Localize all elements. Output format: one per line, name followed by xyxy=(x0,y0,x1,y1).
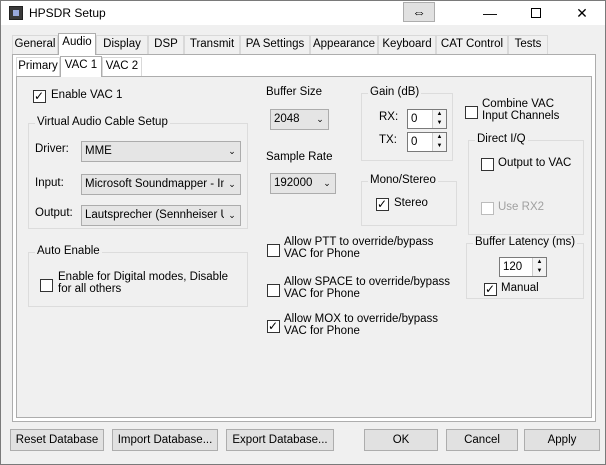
space-override-line2: VAC for Phone xyxy=(284,288,360,300)
buffer-latency-value: 120 xyxy=(503,261,523,273)
export-database-button[interactable]: Export Database... xyxy=(226,429,334,451)
stereo-label: Stereo xyxy=(394,197,428,209)
input-label: Input: xyxy=(35,177,64,189)
buffer-latency-spinner[interactable]: 120 ▲ ▼ xyxy=(499,257,547,277)
use-rx2-checkbox[interactable] xyxy=(481,202,494,215)
tab-general[interactable]: General xyxy=(12,35,58,54)
tx-gain-label: TX: xyxy=(379,134,397,146)
driver-value: MME xyxy=(85,145,112,157)
ptt-override-line2: VAC for Phone xyxy=(284,248,360,260)
sample-rate-title: Sample Rate xyxy=(266,151,333,163)
apply-button[interactable]: Apply xyxy=(524,429,600,451)
spin-up-icon[interactable]: ▲ xyxy=(533,258,546,267)
spinner-buttons[interactable]: ▲ ▼ xyxy=(432,133,446,151)
chevron-down-icon: ⌄ xyxy=(224,206,240,225)
reset-database-button[interactable]: Reset Database xyxy=(10,429,104,451)
tab-audio[interactable]: Audio xyxy=(58,33,96,55)
driver-label: Driver: xyxy=(35,143,69,155)
chevron-down-icon: ⌄ xyxy=(224,175,240,194)
tab-tests[interactable]: Tests xyxy=(508,35,548,54)
tab-transmit[interactable]: Transmit xyxy=(184,35,240,54)
maximize-icon xyxy=(531,7,541,18)
close-button[interactable]: ✕ xyxy=(559,1,605,25)
mono-stereo-title: Mono/Stereo xyxy=(368,174,438,186)
direct-iq-group: Direct I/Q xyxy=(468,133,584,235)
vac-setup-title: Virtual Audio Cable Setup xyxy=(35,116,170,128)
chevron-down-icon: ⌄ xyxy=(319,174,335,193)
mox-override-checkbox[interactable] xyxy=(267,318,280,334)
spin-up-icon[interactable]: ▲ xyxy=(433,133,446,142)
subtab-vac2[interactable]: VAC 2 xyxy=(102,57,142,76)
buffer-latency-title: Buffer Latency (ms) xyxy=(473,236,578,248)
combine-vac-checkbox[interactable] xyxy=(465,106,478,119)
manual-label: Manual xyxy=(501,282,539,294)
spinner-buttons[interactable]: ▲ ▼ xyxy=(532,258,546,276)
buffer-size-title: Buffer Size xyxy=(266,86,323,98)
enable-vac-checkbox[interactable] xyxy=(33,88,46,104)
spin-down-icon[interactable]: ▼ xyxy=(433,142,446,151)
direct-iq-title: Direct I/Q xyxy=(475,133,528,145)
tab-dsp[interactable]: DSP xyxy=(148,35,184,54)
spin-down-icon[interactable]: ▼ xyxy=(533,267,546,276)
spin-up-icon[interactable]: ▲ xyxy=(433,110,446,119)
swap-arrows-icon[interactable]: ⇔ xyxy=(403,2,435,22)
auto-enable-title: Auto Enable xyxy=(35,245,102,257)
enable-vac-label: Enable VAC 1 xyxy=(51,89,123,101)
tab-pa-settings[interactable]: PA Settings xyxy=(240,35,310,54)
output-to-vac-label: Output to VAC xyxy=(498,157,572,169)
output-to-vac-checkbox[interactable] xyxy=(481,158,494,171)
window-title: HPSDR Setup xyxy=(29,6,106,20)
rx-gain-spinner[interactable]: 0 ▲ ▼ xyxy=(407,109,447,129)
ok-button[interactable]: OK xyxy=(364,429,438,451)
tab-keyboard[interactable]: Keyboard xyxy=(378,35,436,54)
space-override-line1: Allow SPACE to override/bypass xyxy=(284,276,450,288)
output-value: Lautsprecher (Sennheiser US xyxy=(85,209,237,221)
gain-title: Gain (dB) xyxy=(368,86,422,98)
mox-override-line1: Allow MOX to override/bypass xyxy=(284,313,439,325)
spin-down-icon[interactable]: ▼ xyxy=(433,119,446,128)
cancel-button[interactable]: Cancel xyxy=(446,429,518,451)
app-icon xyxy=(9,6,23,20)
input-select[interactable]: Microsoft Soundmapper - Inp ⌄ xyxy=(81,174,241,195)
spinner-buttons[interactable]: ▲ ▼ xyxy=(432,110,446,128)
import-database-button[interactable]: Import Database... xyxy=(112,429,218,451)
tab-display[interactable]: Display xyxy=(96,35,148,54)
combine-vac-line1: Combine VAC xyxy=(482,98,555,110)
output-select[interactable]: Lautsprecher (Sennheiser US ⌄ xyxy=(81,205,241,226)
buffer-size-select[interactable]: 2048 ⌄ xyxy=(270,109,329,130)
mox-override-line2: VAC for Phone xyxy=(284,325,360,337)
ptt-override-checkbox[interactable] xyxy=(267,244,280,257)
manual-checkbox[interactable] xyxy=(484,281,497,297)
input-value: Microsoft Soundmapper - Inp xyxy=(85,178,234,190)
rx-gain-value: 0 xyxy=(411,113,418,125)
auto-enable-checkbox[interactable] xyxy=(40,279,53,292)
driver-select[interactable]: MME ⌄ xyxy=(81,141,241,162)
space-override-checkbox[interactable] xyxy=(267,284,280,297)
tab-cat-control[interactable]: CAT Control xyxy=(436,35,508,54)
minimize-button[interactable]: — xyxy=(467,1,513,25)
subtab-vac1[interactable]: VAC 1 xyxy=(60,56,102,77)
combine-vac-line2: Input Channels xyxy=(482,110,560,122)
chevron-down-icon: ⌄ xyxy=(312,110,328,129)
stereo-checkbox[interactable] xyxy=(376,196,389,212)
ptt-override-line1: Allow PTT to override/bypass xyxy=(284,236,434,248)
auto-enable-line2: for all others xyxy=(58,283,122,295)
tx-gain-value: 0 xyxy=(411,136,418,148)
auto-enable-line1: Enable for Digital modes, Disable xyxy=(58,271,229,283)
sample-rate-select[interactable]: 192000 ⌄ xyxy=(270,173,336,194)
tab-appearance[interactable]: Appearance xyxy=(310,35,378,54)
output-label: Output: xyxy=(35,207,73,219)
subtab-primary[interactable]: Primary xyxy=(16,57,60,76)
use-rx2-label: Use RX2 xyxy=(498,201,545,213)
chevron-down-icon: ⌄ xyxy=(224,142,240,161)
maximize-button[interactable] xyxy=(513,1,559,25)
title-bar: HPSDR Setup ⇔ — ✕ xyxy=(1,1,605,25)
rx-gain-label: RX: xyxy=(379,111,399,123)
tx-gain-spinner[interactable]: 0 ▲ ▼ xyxy=(407,132,447,152)
